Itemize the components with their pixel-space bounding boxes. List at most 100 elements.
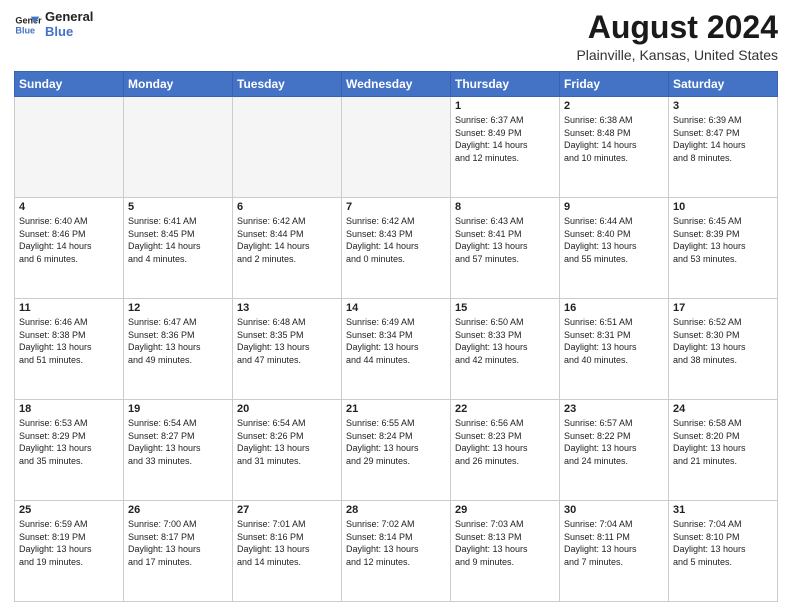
day-info: Sunrise: 6:41 AM Sunset: 8:45 PM Dayligh… — [128, 215, 228, 265]
logo-general: General — [45, 10, 93, 25]
day-info: Sunrise: 6:42 AM Sunset: 8:44 PM Dayligh… — [237, 215, 337, 265]
weekday-header-monday: Monday — [124, 72, 233, 97]
calendar-cell: 11 Sunrise: 6:46 AM Sunset: 8:38 PM Dayli… — [15, 299, 124, 400]
day-info: Sunrise: 6:52 AM Sunset: 8:30 PM Dayligh… — [673, 316, 773, 366]
calendar-week-4: 18 Sunrise: 6:53 AM Sunset: 8:29 PM Dayli… — [15, 400, 778, 501]
weekday-header-wednesday: Wednesday — [342, 72, 451, 97]
day-info: Sunrise: 6:53 AM Sunset: 8:29 PM Dayligh… — [19, 417, 119, 467]
day-number: 18 — [19, 403, 119, 415]
day-number: 5 — [128, 201, 228, 213]
day-info: Sunrise: 6:54 AM Sunset: 8:27 PM Dayligh… — [128, 417, 228, 467]
day-number: 13 — [237, 302, 337, 314]
day-info: Sunrise: 6:42 AM Sunset: 8:43 PM Dayligh… — [346, 215, 446, 265]
day-number: 26 — [128, 504, 228, 516]
calendar-cell: 13 Sunrise: 6:48 AM Sunset: 8:35 PM Dayli… — [233, 299, 342, 400]
day-info: Sunrise: 7:02 AM Sunset: 8:14 PM Dayligh… — [346, 518, 446, 568]
day-number: 21 — [346, 403, 446, 415]
day-info: Sunrise: 6:39 AM Sunset: 8:47 PM Dayligh… — [673, 114, 773, 164]
day-number: 11 — [19, 302, 119, 314]
day-number: 12 — [128, 302, 228, 314]
calendar-cell: 26 Sunrise: 7:00 AM Sunset: 8:17 PM Dayli… — [124, 501, 233, 602]
day-number: 29 — [455, 504, 555, 516]
weekday-header-tuesday: Tuesday — [233, 72, 342, 97]
calendar-cell: 18 Sunrise: 6:53 AM Sunset: 8:29 PM Dayli… — [15, 400, 124, 501]
weekday-header-friday: Friday — [560, 72, 669, 97]
calendar-cell: 6 Sunrise: 6:42 AM Sunset: 8:44 PM Daylig… — [233, 198, 342, 299]
calendar-cell: 8 Sunrise: 6:43 AM Sunset: 8:41 PM Daylig… — [451, 198, 560, 299]
day-info: Sunrise: 7:00 AM Sunset: 8:17 PM Dayligh… — [128, 518, 228, 568]
page: General Blue General Blue August 2024 Pl… — [0, 0, 792, 612]
weekday-header-saturday: Saturday — [669, 72, 778, 97]
day-info: Sunrise: 6:43 AM Sunset: 8:41 PM Dayligh… — [455, 215, 555, 265]
calendar-cell: 27 Sunrise: 7:01 AM Sunset: 8:16 PM Dayli… — [233, 501, 342, 602]
day-info: Sunrise: 6:50 AM Sunset: 8:33 PM Dayligh… — [455, 316, 555, 366]
day-number: 2 — [564, 100, 664, 112]
day-number: 6 — [237, 201, 337, 213]
day-info: Sunrise: 6:48 AM Sunset: 8:35 PM Dayligh… — [237, 316, 337, 366]
day-info: Sunrise: 6:45 AM Sunset: 8:39 PM Dayligh… — [673, 215, 773, 265]
day-info: Sunrise: 6:46 AM Sunset: 8:38 PM Dayligh… — [19, 316, 119, 366]
day-number: 19 — [128, 403, 228, 415]
calendar-cell — [233, 97, 342, 198]
day-info: Sunrise: 6:59 AM Sunset: 8:19 PM Dayligh… — [19, 518, 119, 568]
day-info: Sunrise: 7:03 AM Sunset: 8:13 PM Dayligh… — [455, 518, 555, 568]
day-number: 25 — [19, 504, 119, 516]
calendar-week-3: 11 Sunrise: 6:46 AM Sunset: 8:38 PM Dayli… — [15, 299, 778, 400]
day-number: 17 — [673, 302, 773, 314]
calendar-cell: 23 Sunrise: 6:57 AM Sunset: 8:22 PM Dayli… — [560, 400, 669, 501]
calendar-cell: 7Sunrise: 6:42 AM Sunset: 8:43 PM Daylig… — [342, 198, 451, 299]
day-number: 31 — [673, 504, 773, 516]
day-number: 14 — [346, 302, 446, 314]
logo-icon: General Blue — [14, 11, 42, 39]
calendar-cell — [15, 97, 124, 198]
calendar-week-2: 4Sunrise: 6:40 AM Sunset: 8:46 PM Daylig… — [15, 198, 778, 299]
day-number: 27 — [237, 504, 337, 516]
main-title: August 2024 — [576, 10, 778, 45]
calendar-cell: 28 Sunrise: 7:02 AM Sunset: 8:14 PM Dayli… — [342, 501, 451, 602]
day-info: Sunrise: 6:56 AM Sunset: 8:23 PM Dayligh… — [455, 417, 555, 467]
day-info: Sunrise: 6:55 AM Sunset: 8:24 PM Dayligh… — [346, 417, 446, 467]
calendar-cell: 5 Sunrise: 6:41 AM Sunset: 8:45 PM Daylig… — [124, 198, 233, 299]
day-number: 23 — [564, 403, 664, 415]
logo-blue: Blue — [45, 25, 93, 40]
subtitle: Plainville, Kansas, United States — [576, 47, 778, 63]
calendar-cell: 22Sunrise: 6:56 AM Sunset: 8:23 PM Dayli… — [451, 400, 560, 501]
day-info: Sunrise: 6:47 AM Sunset: 8:36 PM Dayligh… — [128, 316, 228, 366]
day-number: 9 — [564, 201, 664, 213]
day-info: Sunrise: 6:57 AM Sunset: 8:22 PM Dayligh… — [564, 417, 664, 467]
calendar-cell: 14Sunrise: 6:49 AM Sunset: 8:34 PM Dayli… — [342, 299, 451, 400]
day-info: Sunrise: 6:51 AM Sunset: 8:31 PM Dayligh… — [564, 316, 664, 366]
calendar-cell: 20 Sunrise: 6:54 AM Sunset: 8:26 PM Dayli… — [233, 400, 342, 501]
calendar-cell: 25 Sunrise: 6:59 AM Sunset: 8:19 PM Dayli… — [15, 501, 124, 602]
calendar-cell: 31Sunrise: 7:04 AM Sunset: 8:10 PM Dayli… — [669, 501, 778, 602]
calendar-cell: 10 Sunrise: 6:45 AM Sunset: 8:39 PM Dayli… — [669, 198, 778, 299]
title-block: August 2024 Plainville, Kansas, United S… — [576, 10, 778, 63]
day-info: Sunrise: 6:54 AM Sunset: 8:26 PM Dayligh… — [237, 417, 337, 467]
day-info: Sunrise: 7:01 AM Sunset: 8:16 PM Dayligh… — [237, 518, 337, 568]
calendar-cell — [342, 97, 451, 198]
calendar-cell: 1Sunrise: 6:37 AM Sunset: 8:49 PM Daylig… — [451, 97, 560, 198]
calendar-cell: 29 Sunrise: 7:03 AM Sunset: 8:13 PM Dayli… — [451, 501, 560, 602]
calendar-table: SundayMondayTuesdayWednesdayThursdayFrid… — [14, 71, 778, 602]
calendar-week-5: 25 Sunrise: 6:59 AM Sunset: 8:19 PM Dayli… — [15, 501, 778, 602]
calendar-cell: 17 Sunrise: 6:52 AM Sunset: 8:30 PM Dayli… — [669, 299, 778, 400]
day-number: 10 — [673, 201, 773, 213]
weekday-header-sunday: Sunday — [15, 72, 124, 97]
day-info: Sunrise: 6:40 AM Sunset: 8:46 PM Dayligh… — [19, 215, 119, 265]
day-info: Sunrise: 7:04 AM Sunset: 8:11 PM Dayligh… — [564, 518, 664, 568]
day-info: Sunrise: 6:44 AM Sunset: 8:40 PM Dayligh… — [564, 215, 664, 265]
day-number: 20 — [237, 403, 337, 415]
calendar-cell: 4Sunrise: 6:40 AM Sunset: 8:46 PM Daylig… — [15, 198, 124, 299]
day-number: 24 — [673, 403, 773, 415]
calendar-cell: 2Sunrise: 6:38 AM Sunset: 8:48 PM Daylig… — [560, 97, 669, 198]
day-number: 30 — [564, 504, 664, 516]
calendar-cell: 24Sunrise: 6:58 AM Sunset: 8:20 PM Dayli… — [669, 400, 778, 501]
day-number: 15 — [455, 302, 555, 314]
day-number: 28 — [346, 504, 446, 516]
day-number: 1 — [455, 100, 555, 112]
calendar-cell — [124, 97, 233, 198]
calendar-cell: 3Sunrise: 6:39 AM Sunset: 8:47 PM Daylig… — [669, 97, 778, 198]
day-number: 8 — [455, 201, 555, 213]
day-number: 16 — [564, 302, 664, 314]
calendar-cell: 9 Sunrise: 6:44 AM Sunset: 8:40 PM Daylig… — [560, 198, 669, 299]
